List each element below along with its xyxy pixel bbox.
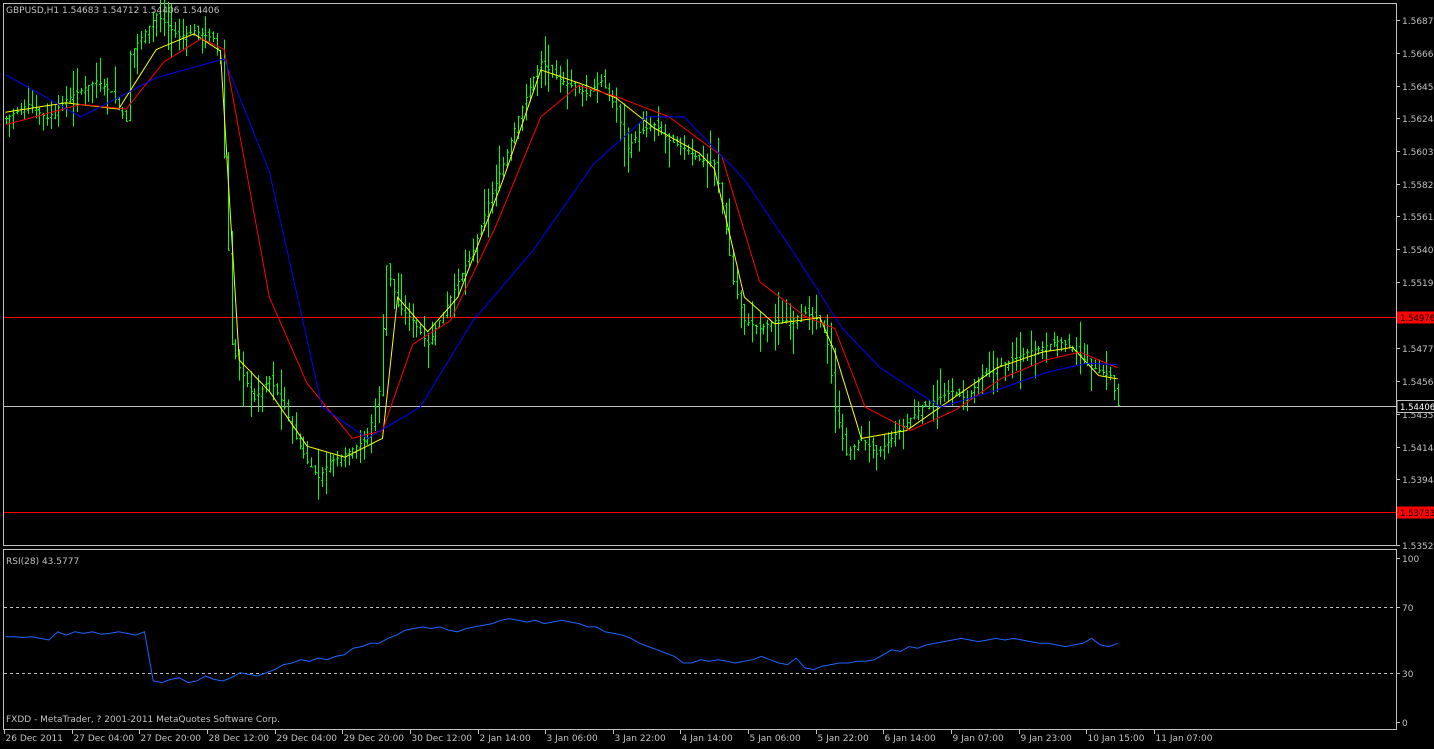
rsi-info: RSI(28) 43.5777	[6, 557, 79, 567]
time-tick-label: 11 Jan 07:00	[1156, 734, 1213, 744]
price-tick-label: 1.54565	[1402, 378, 1434, 388]
chart-window[interactable]: 1.56870 1.56660 1.56450 1.56240 1.56030 1.558…	[0, 0, 1434, 745]
price-tick-label: 1.56450	[1402, 83, 1434, 93]
chart-canvas[interactable]: 1.56870 1.56660 1.56450 1.56240 1.56030 1.558…	[0, 0, 1434, 745]
price-tick-label: 1.56660	[1402, 50, 1434, 60]
price-tick-label: 1.55615	[1402, 213, 1434, 223]
time-tick-label: 4 Jan 14:00	[682, 734, 734, 744]
time-tick-label: 29 Dec 04:00	[277, 734, 338, 744]
time-tick-label: 29 Dec 20:00	[344, 734, 405, 744]
time-tick-label: 6 Jan 14:00	[885, 734, 937, 744]
time-tick-label: 28 Dec 12:00	[209, 734, 270, 744]
platform-footer: FXDD - MetaTrader, ? 2001-2011 MetaQuote…	[6, 715, 280, 725]
price-tick-label: 1.53940	[1402, 476, 1434, 486]
time-tick-label: 10 Jan 15:00	[1088, 734, 1145, 744]
price-tick-label: 1.55195	[1402, 279, 1434, 289]
time-tick-label: 30 Dec 12:00	[412, 734, 473, 744]
chart-background	[0, 0, 1434, 745]
price-tick-label: 1.54145	[1402, 444, 1434, 454]
rsi-tick-label: 70	[1402, 604, 1414, 614]
time-tick-label: 5 Jan 22:00	[818, 734, 870, 744]
price-tick-label: 1.54775	[1402, 345, 1434, 355]
time-tick-label: 3 Jan 06:00	[547, 734, 599, 744]
time-tick-label: 27 Dec 04:00	[74, 734, 135, 744]
time-tick-label: 27 Dec 20:00	[141, 734, 202, 744]
time-tick-label: 26 Dec 2011	[6, 734, 64, 744]
rsi-tick-label: 30	[1402, 670, 1414, 680]
time-tick-label: 9 Jan 07:00	[953, 734, 1005, 744]
rsi-tick-label: 0	[1402, 719, 1408, 729]
level-price-label: 1.53733	[1400, 509, 1434, 519]
symbol-info: GBPUSD,H1 1.54683 1.54712 1.54406 1.5440…	[6, 6, 220, 16]
level-price-label: 1.54406	[1400, 403, 1434, 413]
level-price-label: 1.54976	[1400, 314, 1434, 324]
price-tick-label: 1.56870	[1402, 17, 1434, 27]
price-tick-label: 1.55405	[1402, 246, 1434, 256]
price-tick-label: 1.56240	[1402, 115, 1434, 125]
rsi-tick-label: 100	[1402, 555, 1419, 565]
time-tick-label: 2 Jan 14:00	[480, 734, 532, 744]
price-tick-label: 1.55825	[1402, 181, 1434, 191]
price-tick-label: 1.56030	[1402, 148, 1434, 158]
time-tick-label: 3 Jan 22:00	[615, 734, 667, 744]
price-tick-label: 1.53520	[1402, 542, 1434, 552]
time-tick-label: 9 Jan 23:00	[1021, 734, 1073, 744]
time-tick-label: 5 Jan 06:00	[750, 734, 802, 744]
